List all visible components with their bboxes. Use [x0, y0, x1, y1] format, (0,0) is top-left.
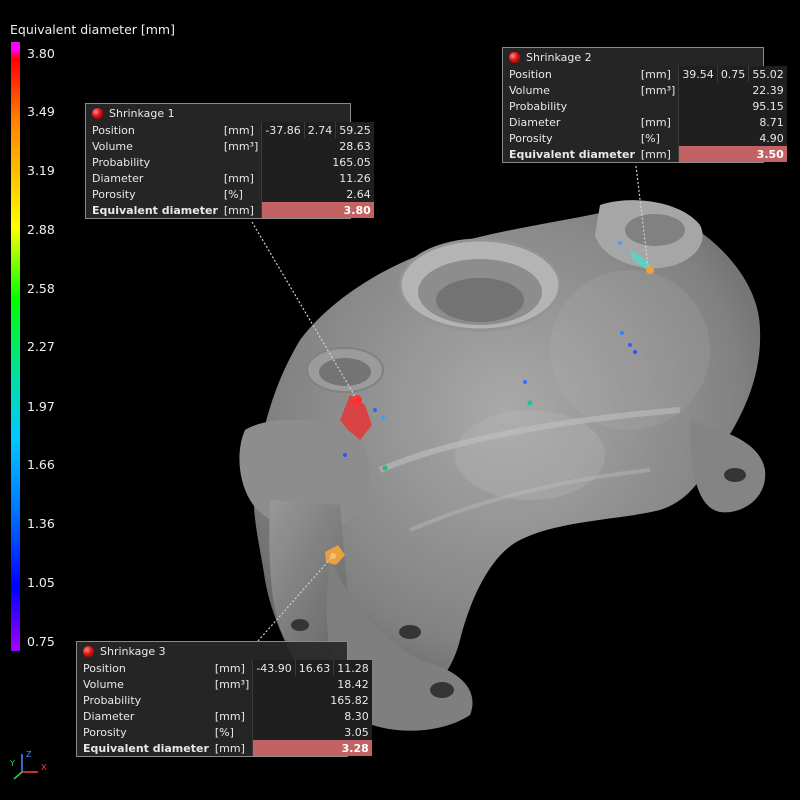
callout-shrinkage-2[interactable]: Shrinkage 2 Position [mm] 39.54 0.75 55.02 V… [502, 47, 787, 163]
callout-table: Position [mm] -37.86 2.74 59.25 Volume [mm³] 2… [89, 122, 374, 218]
defect-marker-icon [509, 51, 520, 63]
row-label: Porosity [92, 187, 136, 201]
row-value: 3.80 [261, 202, 374, 218]
row-label: Probability [83, 693, 142, 707]
row-label: Equivalent diameter [92, 203, 218, 217]
axis-y-label: Y [9, 759, 15, 768]
row-unit: [mm³] [214, 677, 250, 691]
row-value: 3.50 [678, 146, 787, 162]
table-row: Probability 165.05 [89, 154, 374, 170]
table-row: Porosity [%] 2.64 [89, 186, 374, 202]
callout-shrinkage-3[interactable]: Shrinkage 3 Position [mm] -43.90 16.63 11.28… [76, 641, 372, 757]
table-row: Diameter [mm] 8.71 [506, 114, 787, 130]
row-value: 3.28 [252, 740, 372, 756]
row-value: 0.75 [716, 66, 749, 82]
row-unit: [mm] [214, 661, 245, 675]
row-unit: [mm] [223, 171, 254, 185]
row-value: 165.82 [252, 692, 372, 708]
row-label: Probability [509, 99, 568, 113]
row-value: 2.74 [303, 122, 336, 138]
axis-z-label: Z [26, 750, 32, 759]
table-row: Diameter [mm] 8.30 [80, 708, 372, 724]
table-row: Probability 165.82 [80, 692, 372, 708]
row-value: 8.71 [678, 114, 787, 130]
table-row: Position [mm] -37.86 2.74 59.25 [89, 122, 374, 138]
row-label: Volume [92, 139, 133, 153]
row-value: 11.26 [261, 170, 374, 186]
axis-triad-icon: Z Y X [9, 750, 47, 780]
table-row: Porosity [%] 4.90 [506, 130, 787, 146]
table-row-highlight: Equivalent diameter [mm] 3.80 [89, 202, 374, 218]
row-unit: [mm] [640, 67, 671, 81]
row-value: 39.54 [678, 66, 718, 82]
row-unit [638, 98, 679, 114]
row-label: Porosity [509, 131, 553, 145]
callout-shrinkage-1[interactable]: Shrinkage 1 Position [mm] -37.86 2.74 59.25 … [85, 103, 374, 219]
row-label: Diameter [83, 709, 135, 723]
callout-table: Position [mm] -43.90 16.63 11.28 Volume [mm³]… [80, 660, 372, 756]
defect-marker-icon [83, 645, 94, 657]
row-unit: [%] [223, 187, 243, 201]
axis-x-label: X [41, 763, 47, 772]
row-value: 28.63 [261, 138, 374, 154]
row-value: 3.05 [252, 724, 372, 740]
row-label: Diameter [509, 115, 561, 129]
row-unit: [mm] [214, 741, 245, 755]
row-label: Equivalent diameter [83, 741, 209, 755]
table-row: Diameter [mm] 11.26 [89, 170, 374, 186]
table-row: Volume [mm³] 18.42 [80, 676, 372, 692]
callout-table: Position [mm] 39.54 0.75 55.02 Volume [mm³] 22… [506, 66, 787, 162]
row-unit [212, 692, 253, 708]
table-row: Porosity [%] 3.05 [80, 724, 372, 740]
row-label: Position [92, 123, 135, 137]
row-unit: [mm³] [640, 83, 676, 97]
table-row: Probability 95.15 [506, 98, 787, 114]
defect-marker-icon [92, 107, 103, 119]
row-unit: [mm] [640, 147, 671, 161]
row-value: 11.28 [333, 660, 372, 676]
row-value: 165.05 [261, 154, 374, 170]
row-unit: [mm] [640, 115, 671, 129]
row-value: 2.64 [261, 186, 374, 202]
row-label: Position [509, 67, 552, 81]
callout-title: Shrinkage 1 [109, 106, 175, 120]
row-label: Volume [509, 83, 550, 97]
row-label: Volume [83, 677, 124, 691]
row-value: -37.86 [261, 122, 305, 138]
table-row-highlight: Equivalent diameter [mm] 3.28 [80, 740, 372, 756]
row-value: 55.02 [748, 66, 787, 82]
row-unit: [%] [214, 725, 234, 739]
row-label: Probability [92, 155, 151, 169]
row-unit: [%] [640, 131, 660, 145]
table-row-highlight: Equivalent diameter [mm] 3.50 [506, 146, 787, 162]
row-value: 18.42 [252, 676, 372, 692]
row-value: -43.90 [252, 660, 296, 676]
table-row: Volume [mm³] 22.39 [506, 82, 787, 98]
row-label: Porosity [83, 725, 127, 739]
callout-title: Shrinkage 2 [526, 50, 592, 64]
row-unit: [mm] [223, 123, 254, 137]
row-label: Position [83, 661, 126, 675]
table-row: Position [mm] -43.90 16.63 11.28 [80, 660, 372, 676]
table-row: Volume [mm³] 28.63 [89, 138, 374, 154]
row-unit [221, 154, 262, 170]
row-value: 4.90 [678, 130, 787, 146]
row-value: 8.30 [252, 708, 372, 724]
table-row: Position [mm] 39.54 0.75 55.02 [506, 66, 787, 82]
row-value: 16.63 [294, 660, 334, 676]
row-label: Equivalent diameter [509, 147, 635, 161]
row-value: 59.25 [335, 122, 374, 138]
row-unit: [mm³] [223, 139, 259, 153]
row-value: 95.15 [678, 98, 787, 114]
callout-title: Shrinkage 3 [100, 644, 166, 658]
row-unit: [mm] [223, 203, 254, 217]
row-unit: [mm] [214, 709, 245, 723]
row-value: 22.39 [678, 82, 787, 98]
row-label: Diameter [92, 171, 144, 185]
